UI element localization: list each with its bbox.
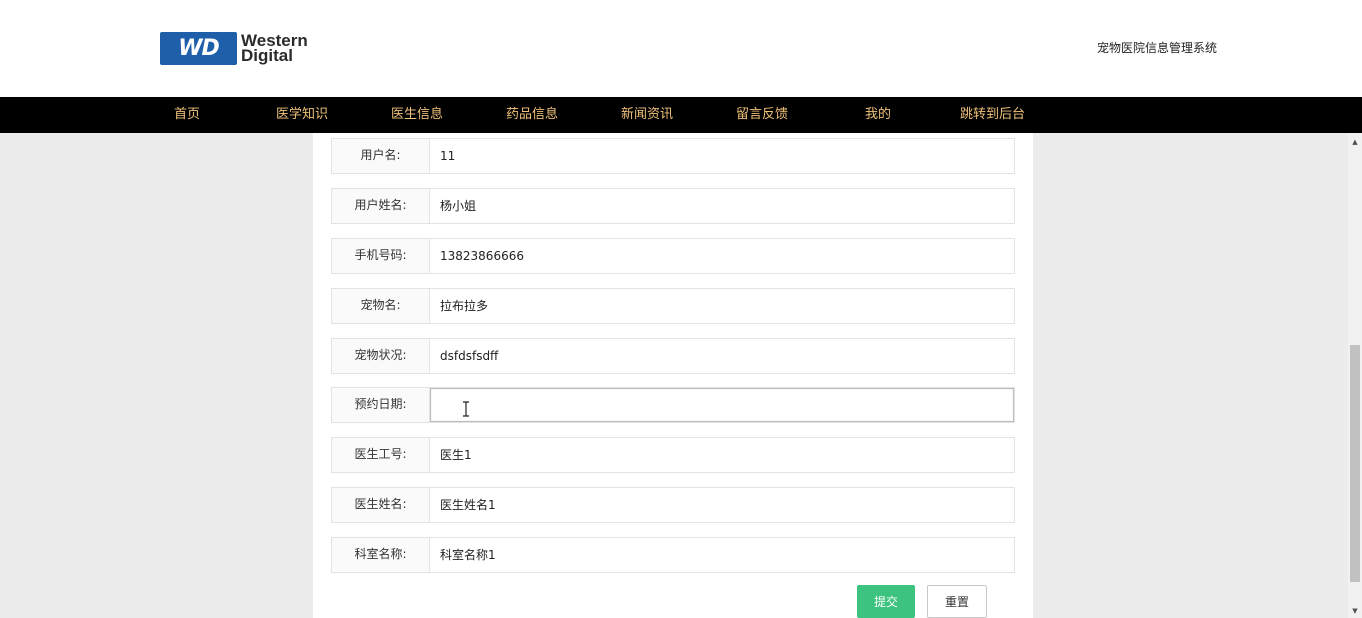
form-row-pet-name: 宠物名:	[331, 288, 1015, 324]
username-field[interactable]	[430, 139, 1014, 173]
submit-button[interactable]: 提交	[857, 585, 915, 618]
nav-item-doctor-info[interactable]: 医生信息	[391, 97, 443, 133]
field-label: 预约日期:	[332, 388, 430, 422]
logo-mark: WD	[178, 35, 220, 61]
nav-bar: 首页 医学知识 医生信息 药品信息 新闻资讯 留言反馈 我的 跳转到后台	[0, 97, 1362, 133]
nav-item-news[interactable]: 新闻资讯	[621, 97, 673, 133]
form-row-username: 用户名:	[331, 138, 1015, 174]
form-panel: 用户名: 用户姓名: 手机号码: 宠物名: 宠物状况: 预约日期: 医生工号: …	[313, 133, 1033, 618]
field-label: 医生姓名:	[332, 488, 430, 522]
logo[interactable]: WD Western Digital	[160, 31, 330, 65]
reset-button[interactable]: 重置	[927, 585, 987, 618]
phone-field[interactable]	[430, 239, 1014, 273]
form-row-appointment-date: 预约日期:	[331, 387, 1015, 423]
appointment-date-field[interactable]	[430, 388, 1014, 422]
form-row-doctor-name: 医生姓名:	[331, 487, 1015, 523]
field-label: 科室名称:	[332, 538, 430, 572]
system-title: 宠物医院信息管理系统	[1097, 41, 1218, 55]
user-realname-field[interactable]	[430, 189, 1014, 223]
field-label: 用户姓名:	[332, 189, 430, 223]
field-label: 用户名:	[332, 139, 430, 173]
field-label: 手机号码:	[332, 239, 430, 273]
form-row-phone: 手机号码:	[331, 238, 1015, 274]
scroll-thumb[interactable]	[1350, 345, 1360, 582]
nav-item-medical-knowledge[interactable]: 医学知识	[276, 97, 328, 133]
nav-item-mine[interactable]: 我的	[865, 97, 891, 133]
form-row-user-realname: 用户姓名:	[331, 188, 1015, 224]
header: WD Western Digital 宠物医院信息管理系统	[0, 0, 1362, 97]
vertical-scrollbar[interactable]: ▲ ▼	[1348, 133, 1362, 618]
doctor-id-field[interactable]	[430, 438, 1014, 472]
field-label: 医生工号:	[332, 438, 430, 472]
pet-name-field[interactable]	[430, 289, 1014, 323]
pet-condition-field[interactable]	[430, 339, 1014, 373]
nav-item-medicine-info[interactable]: 药品信息	[506, 97, 558, 133]
scroll-up-icon[interactable]: ▲	[1348, 135, 1362, 149]
logo-line2: Digital	[241, 46, 293, 65]
nav-item-feedback[interactable]: 留言反馈	[736, 97, 788, 133]
nav-item-admin[interactable]: 跳转到后台	[960, 97, 1025, 133]
nav-item-home[interactable]: 首页	[174, 97, 200, 133]
form-row-pet-condition: 宠物状况:	[331, 338, 1015, 374]
scroll-down-icon[interactable]: ▼	[1348, 604, 1362, 618]
form-row-department: 科室名称:	[331, 537, 1015, 573]
doctor-name-field[interactable]	[430, 488, 1014, 522]
logo-badge: WD	[160, 31, 237, 65]
field-label: 宠物名:	[332, 289, 430, 323]
text-cursor-icon	[463, 401, 469, 417]
logo-text: Western Digital	[241, 32, 308, 65]
department-field[interactable]	[430, 538, 1014, 572]
field-label: 宠物状况:	[332, 339, 430, 373]
form-row-doctor-id: 医生工号:	[331, 437, 1015, 473]
